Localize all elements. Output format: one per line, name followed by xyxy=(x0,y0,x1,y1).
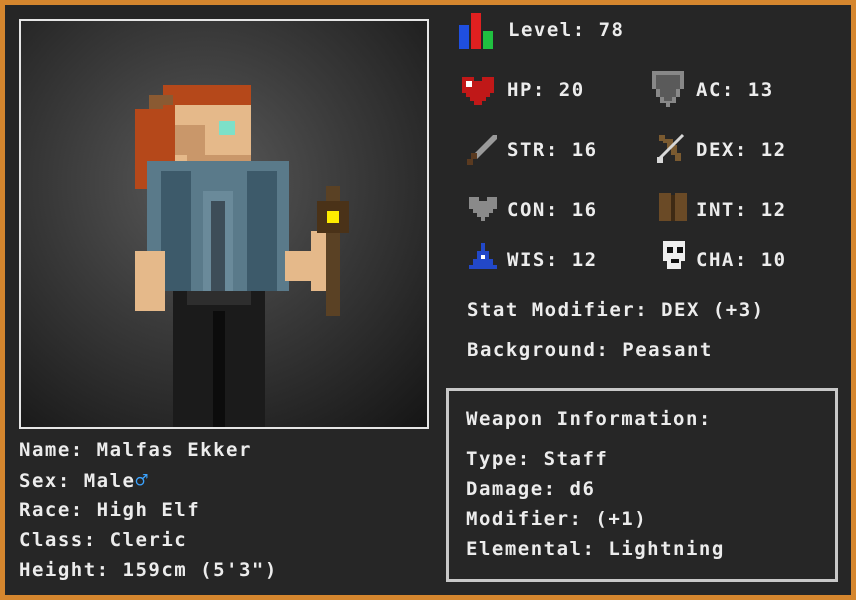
hp-value: 20 xyxy=(558,79,585,101)
name-line: Name: Malfas Ekker xyxy=(19,439,252,461)
book-icon xyxy=(659,193,687,221)
character-sheet: Name: Malfas Ekker Sex: Male♂ Race: High… xyxy=(5,5,851,595)
cha-value: 10 xyxy=(760,249,787,271)
weapon-info-panel: Weapon Information: Type: Staff Damage: … xyxy=(446,388,838,582)
character-sprite xyxy=(135,85,349,427)
level-bars-icon xyxy=(459,13,493,49)
cha-label: CHA: xyxy=(696,249,748,271)
wis-stat: WIS: 12 xyxy=(507,249,598,271)
level-label: Level: xyxy=(508,19,586,41)
bow-icon xyxy=(657,133,685,163)
hp-label: HP: xyxy=(507,79,546,101)
weapon-modifier-label: Modifier: xyxy=(466,508,583,530)
weapon-elemental-label: Elemental: xyxy=(466,538,596,560)
level-stat: Level: 78 xyxy=(508,19,624,41)
weapon-damage-line: Damage: d6 xyxy=(466,478,595,500)
ac-label: AC: xyxy=(696,79,735,101)
male-symbol-icon: ♂ xyxy=(135,468,150,492)
dex-label: DEX: xyxy=(696,139,748,161)
stat-modifier-label: Stat Modifier: xyxy=(467,299,649,321)
cha-stat: CHA: 10 xyxy=(696,249,787,271)
str-value: 16 xyxy=(571,139,598,161)
sex-value: Male xyxy=(83,470,136,492)
height-value: 159cm (5'3") xyxy=(122,559,278,581)
con-stat: CON: 16 xyxy=(507,199,598,221)
weapon-type-label: Type: xyxy=(466,448,531,470)
name-label: Name: xyxy=(19,439,84,461)
height-line: Height: 159cm (5'3") xyxy=(19,559,278,581)
sword-icon xyxy=(467,135,497,165)
ac-value: 13 xyxy=(747,79,774,101)
background-value: Peasant xyxy=(622,339,713,361)
race-line: Race: High Elf xyxy=(19,499,200,521)
character-portrait xyxy=(19,19,429,429)
con-label: CON: xyxy=(507,199,559,221)
wis-label: WIS: xyxy=(507,249,559,271)
ac-stat: AC: 13 xyxy=(696,79,774,101)
weapon-type-value: Staff xyxy=(543,448,609,470)
weapon-damage-value: d6 xyxy=(569,478,596,500)
weapon-modifier-line: Modifier: (+1) xyxy=(466,508,647,530)
weapon-elemental-value: Lightning xyxy=(608,538,725,560)
background-line: Background: Peasant xyxy=(467,339,713,361)
height-label: Height: xyxy=(19,559,110,581)
skull-mask-icon xyxy=(663,241,685,269)
int-label: INT: xyxy=(696,199,748,221)
race-value: High Elf xyxy=(96,499,201,521)
level-value: 78 xyxy=(598,19,625,41)
weapon-modifier-value: (+1) xyxy=(595,508,648,530)
shield-icon xyxy=(652,71,684,107)
weapon-type-line: Type: Staff xyxy=(466,448,608,470)
background-label: Background: xyxy=(467,339,610,361)
stat-modifier-line: Stat Modifier: DEX (+3) xyxy=(467,299,765,321)
wizard-hat-icon xyxy=(469,243,497,269)
con-value: 16 xyxy=(571,199,598,221)
int-stat: INT: 12 xyxy=(696,199,787,221)
sex-line: Sex: Male♂ xyxy=(19,469,149,492)
weapon-damage-label: Damage: xyxy=(466,478,557,500)
hp-stat: HP: 20 xyxy=(507,79,585,101)
race-label: Race: xyxy=(19,499,84,521)
stat-modifier-value: DEX (+3) xyxy=(661,299,765,321)
class-line: Class: Cleric xyxy=(19,529,187,551)
int-value: 12 xyxy=(760,199,787,221)
class-label: Class: xyxy=(19,529,97,551)
heart-icon xyxy=(462,77,494,105)
str-stat: STR: 16 xyxy=(507,139,598,161)
sex-label: Sex: xyxy=(19,470,71,492)
dex-stat: DEX: 12 xyxy=(696,139,787,161)
name-value: Malfas Ekker xyxy=(96,439,252,461)
class-value: Cleric xyxy=(109,529,188,551)
wis-value: 12 xyxy=(571,249,598,271)
weapon-elemental-line: Elemental: Lightning xyxy=(466,538,725,560)
grey-heart-icon xyxy=(469,197,497,221)
dex-value: 12 xyxy=(760,139,787,161)
weapon-info-title: Weapon Information: xyxy=(466,408,712,430)
str-label: STR: xyxy=(507,139,559,161)
